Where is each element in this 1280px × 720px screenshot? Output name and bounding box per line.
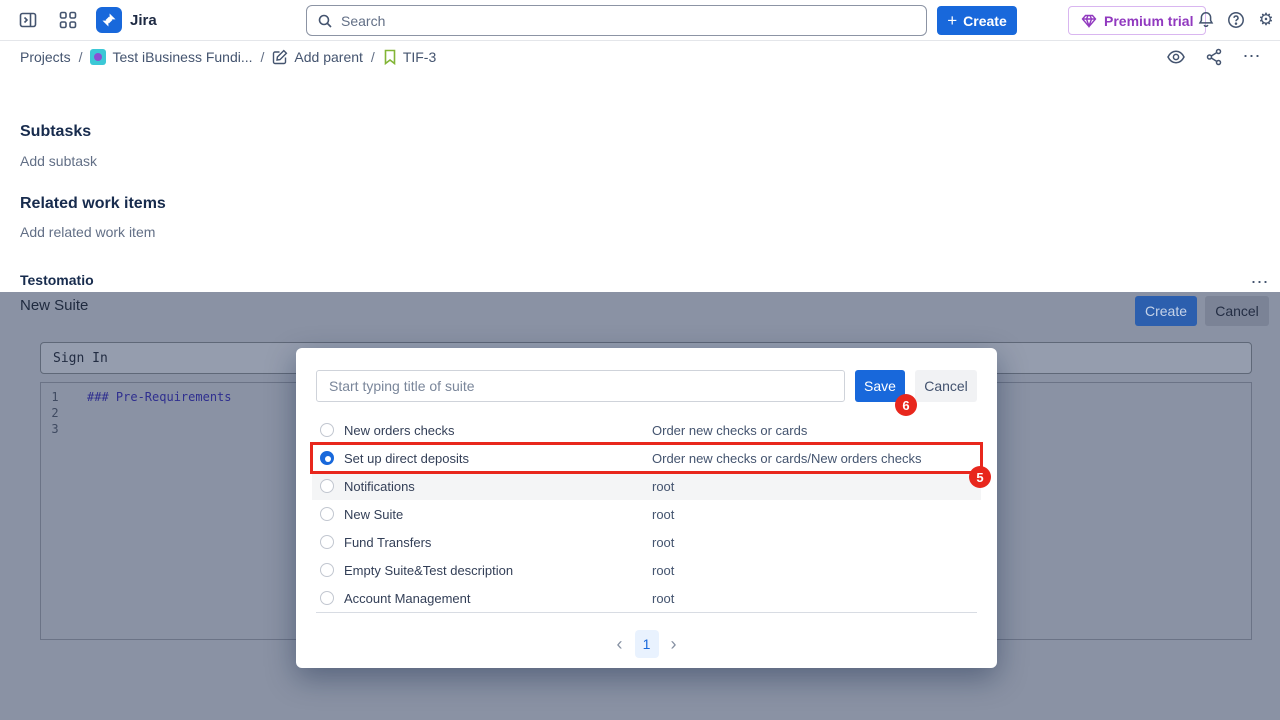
suite-label: Set up direct deposits	[344, 451, 652, 466]
next-page-icon[interactable]: ›	[671, 634, 677, 655]
breadcrumb-project[interactable]: Test iBusiness Fundi...	[90, 49, 252, 65]
search-icon	[317, 13, 333, 29]
app-name: Jira	[130, 12, 157, 29]
suite-radio[interactable]	[320, 423, 334, 437]
suite-path: root	[652, 563, 674, 578]
bookmark-icon	[383, 49, 397, 65]
suite-radio[interactable]	[320, 479, 334, 493]
suite-label: Empty Suite&Test description	[344, 563, 652, 578]
notifications-bell-icon[interactable]	[1190, 4, 1222, 36]
related-work-heading: Related work items	[20, 195, 166, 213]
breadcrumb-add-parent[interactable]: Add parent	[272, 49, 363, 65]
annotation-badge-6: 6	[895, 394, 917, 416]
subtasks-heading: Subtasks	[20, 123, 91, 141]
suite-radio[interactable]	[320, 591, 334, 605]
add-subtask-link[interactable]: Add subtask	[20, 153, 97, 169]
watch-eye-icon[interactable]	[1160, 41, 1192, 73]
modal-cancel-button[interactable]: Cancel	[915, 370, 977, 402]
app-switcher-icon[interactable]	[52, 4, 84, 36]
save-button[interactable]: Save 6	[855, 370, 905, 402]
suite-create-button[interactable]: Create	[1135, 296, 1197, 326]
page-number[interactable]: 1	[635, 630, 659, 658]
jira-page: Jira + Create Premium trial	[0, 0, 1280, 720]
gem-icon	[1081, 14, 1097, 28]
suite-title-input[interactable]	[316, 370, 845, 402]
breadcrumb-separator: /	[79, 49, 83, 65]
share-icon[interactable]	[1198, 41, 1230, 73]
list-divider	[316, 612, 977, 613]
line-code	[69, 421, 87, 437]
new-suite-title: New Suite	[20, 297, 88, 314]
suite-list-row[interactable]: Fund Transfers root	[312, 528, 981, 556]
pagination: ‹ 1 ›	[296, 630, 997, 658]
suite-label: Account Management	[344, 591, 652, 606]
suite-list-row[interactable]: New Suite root	[312, 500, 981, 528]
suite-label: Fund Transfers	[344, 535, 652, 550]
suite-list: New orders checks Order new checks or ca…	[312, 416, 981, 612]
suite-radio[interactable]	[320, 507, 334, 521]
breadcrumb: Projects / Test iBusiness Fundi... / Add…	[0, 41, 1280, 72]
modal-header: Save 6 Cancel	[316, 370, 977, 402]
suite-radio[interactable]	[320, 563, 334, 577]
suite-list-row[interactable]: Notifications root	[312, 472, 981, 500]
sidebar-toggle-icon[interactable]	[12, 4, 44, 36]
suite-radio[interactable]	[320, 535, 334, 549]
breadcrumb-issue[interactable]: TIF-3	[383, 49, 436, 65]
suite-path: root	[652, 479, 674, 494]
edit-icon	[272, 49, 288, 65]
suite-path: Order new checks or cards/New orders che…	[652, 451, 921, 466]
line-code: ### Pre-Requirements	[69, 389, 232, 405]
testomatio-heading: Testomatio	[20, 272, 94, 288]
add-related-work-link[interactable]: Add related work item	[20, 224, 155, 240]
suite-label: Notifications	[344, 479, 652, 494]
suite-list-row[interactable]: Account Management root	[312, 584, 981, 612]
suite-label: New orders checks	[344, 423, 652, 438]
project-avatar	[90, 49, 106, 65]
help-icon[interactable]	[1220, 4, 1252, 36]
suite-picker-modal: Save 6 Cancel New orders checks Order ne…	[296, 348, 997, 668]
annotation-badge-5: 5	[969, 466, 991, 488]
jira-home-link[interactable]: Jira	[96, 7, 157, 33]
suite-path: root	[652, 535, 674, 550]
line-number: 1	[41, 389, 69, 405]
line-number: 3	[41, 421, 69, 437]
suite-radio[interactable]	[320, 451, 334, 465]
suite-path: root	[652, 591, 674, 606]
create-button[interactable]: + Create	[937, 6, 1017, 35]
suite-label: New Suite	[344, 507, 652, 522]
suite-list-row[interactable]: Set up direct deposits Order new checks …	[312, 444, 981, 472]
suite-path: root	[652, 507, 674, 522]
settings-gear-icon[interactable]: ⚙	[1250, 4, 1280, 36]
suite-list-row[interactable]: Empty Suite&Test description root	[312, 556, 981, 584]
suite-path: Order new checks or cards	[652, 423, 807, 438]
top-navbar: Jira + Create Premium trial	[0, 0, 1280, 41]
breadcrumb-separator: /	[261, 49, 265, 65]
suite-list-row[interactable]: New orders checks Order new checks or ca…	[312, 416, 981, 444]
line-number: 2	[41, 405, 69, 421]
global-search[interactable]	[306, 5, 927, 36]
search-input[interactable]	[341, 13, 916, 29]
prev-page-icon[interactable]: ‹	[617, 634, 623, 655]
line-code	[69, 405, 87, 421]
jira-logo-icon	[96, 7, 122, 33]
premium-trial-button[interactable]: Premium trial	[1068, 6, 1206, 35]
breadcrumb-separator: /	[371, 49, 375, 65]
suite-cancel-button[interactable]: Cancel	[1205, 296, 1269, 326]
plus-icon: +	[947, 12, 957, 29]
more-actions-icon[interactable]: ⋯	[1236, 41, 1268, 73]
breadcrumb-projects[interactable]: Projects	[20, 49, 71, 65]
